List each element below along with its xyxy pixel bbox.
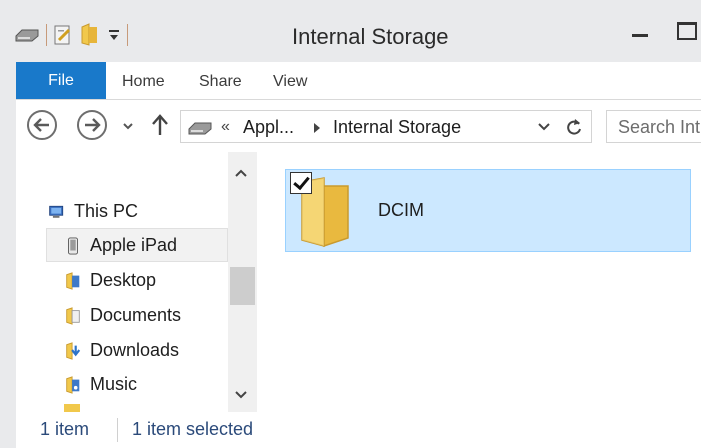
- address-segment-internal-storage[interactable]: Internal Storage: [333, 117, 461, 138]
- address-bar[interactable]: « Appl... Internal Storage: [180, 110, 592, 143]
- nav-item-documents[interactable]: Documents: [64, 305, 181, 326]
- customize-qat-icon[interactable]: [107, 28, 121, 42]
- explorer-window: Internal Storage File Home Share View « …: [0, 0, 701, 448]
- ribbon-tabs: [16, 62, 701, 100]
- documents-folder-icon: [66, 306, 80, 325]
- tab-home[interactable]: Home: [122, 73, 165, 91]
- status-bar: [16, 412, 701, 448]
- music-folder-icon: [66, 375, 80, 394]
- tab-view[interactable]: View: [273, 73, 307, 91]
- downloads-folder-icon: [66, 341, 81, 360]
- nav-item-label: Apple iPad: [90, 235, 178, 255]
- nav-item-music[interactable]: Music: [64, 374, 137, 395]
- window-title: Internal Storage: [292, 24, 449, 49]
- computer-icon: [49, 205, 64, 218]
- nav-item-apple-ipad[interactable]: Apple iPad: [64, 235, 177, 256]
- search-input[interactable]: Search Int: [606, 110, 701, 143]
- toolbar-separator: [127, 24, 128, 46]
- address-dropdown-chevron-icon[interactable]: [537, 122, 551, 132]
- ipad-icon: [68, 236, 78, 255]
- address-segment-apple-ipad[interactable]: Appl...: [243, 117, 294, 138]
- minimize-button[interactable]: [626, 20, 654, 44]
- address-overflow[interactable]: «: [221, 118, 230, 136]
- new-folder-icon[interactable]: [79, 23, 101, 47]
- nav-item-this-pc[interactable]: This PC: [48, 201, 138, 222]
- nav-item-downloads[interactable]: Downloads: [64, 340, 179, 361]
- up-arrow-icon[interactable]: [151, 114, 169, 136]
- properties-icon[interactable]: [53, 24, 73, 46]
- scroll-up-chevron-icon[interactable]: [234, 168, 248, 178]
- back-button[interactable]: [27, 110, 57, 140]
- nav-item-label: Desktop: [90, 270, 157, 290]
- status-item-count: 1 item: [40, 419, 90, 439]
- nav-item-label: Downloads: [90, 340, 180, 360]
- tab-file[interactable]: File: [16, 62, 106, 99]
- drive-icon: [188, 122, 212, 135]
- nav-scroll-thumb[interactable]: [230, 267, 255, 305]
- scroll-down-chevron-icon[interactable]: [234, 390, 248, 400]
- nav-item-desktop[interactable]: Desktop: [64, 270, 156, 291]
- tab-share[interactable]: Share: [199, 73, 242, 91]
- nav-item-label: Documents: [90, 305, 182, 325]
- quick-access-toolbar: [14, 22, 128, 48]
- drive-icon[interactable]: [14, 28, 40, 42]
- back-arrow-icon: [33, 118, 49, 132]
- nav-item-partial-folder-icon: [64, 404, 80, 412]
- breadcrumb-arrow-icon[interactable]: [313, 122, 321, 134]
- desktop-folder-icon: [66, 271, 80, 290]
- item-checkbox[interactable]: [290, 172, 312, 194]
- refresh-icon[interactable]: [565, 117, 583, 137]
- recent-locations-chevron-icon[interactable]: [122, 121, 134, 131]
- maximize-button[interactable]: [672, 20, 701, 44]
- nav-item-label: This PC: [74, 201, 139, 221]
- status-selection-count: 1 item selected: [132, 419, 254, 439]
- status-separator: [117, 418, 118, 442]
- nav-item-label: Music: [90, 374, 138, 394]
- forward-arrow-icon: [85, 118, 101, 132]
- toolbar-separator: [46, 24, 47, 46]
- file-item-label: DCIM: [378, 200, 424, 220]
- forward-button[interactable]: [77, 110, 107, 140]
